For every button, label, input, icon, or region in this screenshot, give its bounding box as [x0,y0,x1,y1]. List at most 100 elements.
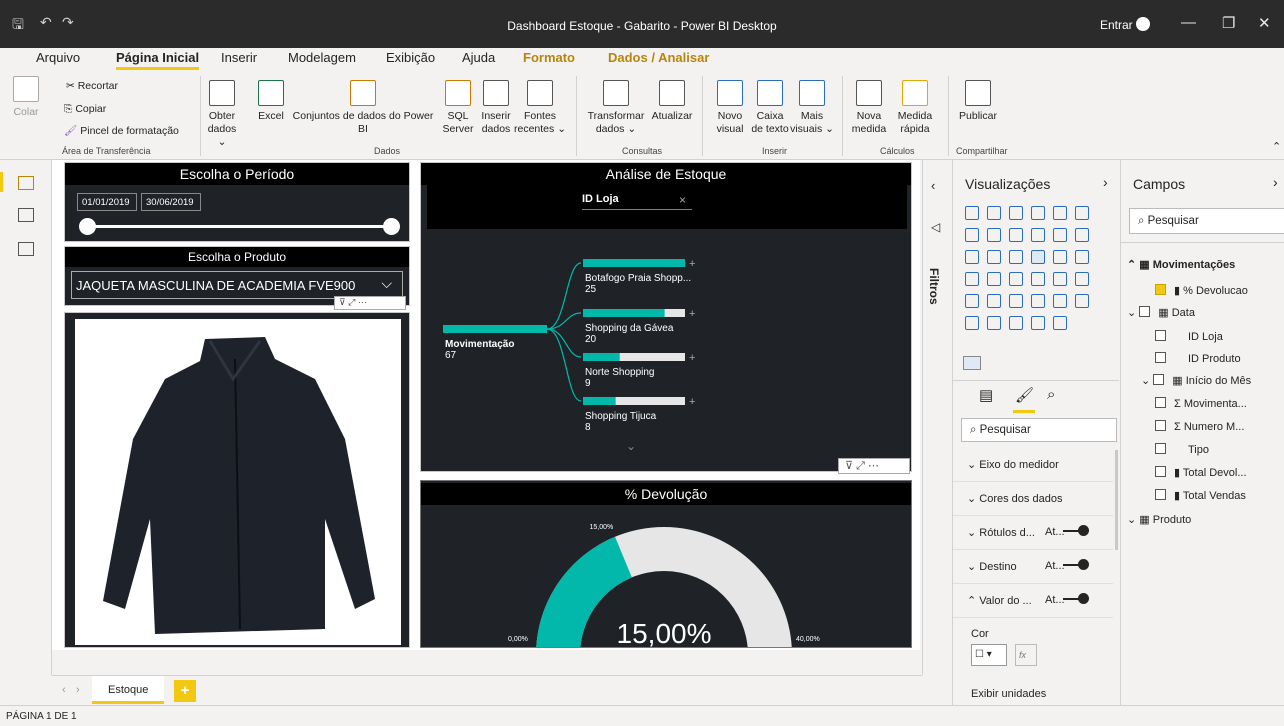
field-total-devol[interactable]: ▮ Total Devol... [1155,466,1247,479]
fields-search-input[interactable]: ⌕ Pesquisar [1129,208,1284,234]
custom-visual-icon[interactable] [963,356,981,370]
table-produto[interactable]: ⌄ ▦ Produto [1127,513,1191,526]
field-id-produto[interactable]: ID Produto [1155,352,1241,365]
section-callout-value[interactable]: ⌃ Valor do ... At... [953,584,1113,618]
visual-type-icon[interactable] [1031,250,1045,264]
checkbox[interactable] [1155,489,1166,500]
cut-button[interactable]: ✂ Recortar [66,80,118,93]
tab-ajuda[interactable]: Ajuda [462,50,495,65]
more-options-icon[interactable]: ⋯ [358,297,367,307]
visual-type-icon[interactable] [965,294,979,308]
visual-type-icon[interactable] [1075,250,1089,264]
minimize-icon[interactable]: — [1181,14,1196,31]
focus-mode-icon[interactable]: ⤢ [856,460,865,472]
paint-roller-icon[interactable]: 🖌 [1015,386,1034,404]
section-gauge-axis[interactable]: ⌄ Eixo do medidor [953,448,1113,482]
visual-type-icon[interactable] [1009,250,1023,264]
decomposition-tree[interactable]: Análise de Estoque ID Loja × Movimentaçã… [420,162,912,472]
visual-type-icon[interactable] [987,206,1001,220]
color-picker[interactable]: ☐ ▾ [971,644,1007,666]
visual-type-icon[interactable] [987,294,1001,308]
table-movimentacoes[interactable]: ⌃ ▦ Movimentações [1127,258,1235,271]
visual-type-icon[interactable] [987,272,1001,286]
gauge-visual[interactable]: % Devolução 15,00% 15,00% 0,00% 40,00% [420,480,912,648]
focus-mode-icon[interactable]: ⤢ [348,297,355,307]
data-view-icon[interactable] [18,208,34,222]
visual-type-icon[interactable] [987,250,1001,264]
more-visuals-button[interactable]: Mais visuais ⌄ [790,80,834,136]
section-data-colors[interactable]: ⌄ Cores dos dados [953,482,1113,516]
next-page-icon[interactable]: › [76,684,80,696]
visual-type-icon[interactable] [1009,316,1023,330]
restore-icon[interactable]: ❐ [1222,14,1235,32]
paste-button[interactable]: Colar [6,76,46,119]
model-view-icon[interactable] [18,242,34,256]
sql-button[interactable]: SQL Server [438,80,478,136]
visual-type-icon[interactable] [987,228,1001,242]
checkbox[interactable] [1139,306,1151,317]
visual-type-icon[interactable] [1053,228,1067,242]
field-total-vendas[interactable]: ▮ Total Vendas [1155,489,1246,502]
checkbox[interactable] [1155,284,1166,295]
visual-type-icon[interactable] [987,316,1001,330]
add-page-button[interactable]: + [174,680,196,702]
format-painter-button[interactable]: 🖌 Pincel de formatação [64,125,179,138]
table-inicio-do-mes[interactable]: ⌄ ▦ Início do Mês [1141,374,1251,387]
transform-data-button[interactable]: Transformar dados ⌄ [584,80,648,136]
visual-type-icon[interactable] [965,316,979,330]
text-box-button[interactable]: Caixa de texto [750,80,790,136]
visual-type-icon[interactable] [1031,294,1045,308]
filters-pane-collapsed[interactable]: ‹ ◁ Filtros [922,160,952,675]
end-date-input[interactable]: 30/06/2019 [141,193,201,211]
filter-icon[interactable]: ⊽ [845,460,853,472]
visual-type-icon[interactable] [1075,228,1089,242]
pane-scrollbar[interactable] [1115,450,1118,550]
field-numero[interactable]: Σ Numero M... [1155,420,1244,433]
target-toggle[interactable] [1063,559,1089,570]
checkbox[interactable] [1155,330,1166,341]
refresh-button[interactable]: Atualizar [648,80,696,123]
decomp-level-label[interactable]: ID Loja [582,193,692,210]
tab-exibicao[interactable]: Exibição [386,50,435,65]
visual-type-icon[interactable] [1053,272,1067,286]
checkbox[interactable] [1155,420,1166,431]
fields-well-icon[interactable]: ▤ [979,386,993,404]
new-visual-button[interactable]: Novo visual [710,80,750,136]
signin-link[interactable]: Entrar [1100,18,1133,32]
visual-type-icon[interactable] [965,228,979,242]
section-data-labels[interactable]: ⌄ Rótulos d... At... [953,516,1113,550]
recent-sources-button[interactable]: Fontes recentes ⌄ [514,80,566,136]
visual-type-icon[interactable] [1031,206,1045,220]
checkbox[interactable] [1155,466,1166,477]
tab-pagina-inicial[interactable]: Página Inicial [116,50,200,70]
chevron-right-icon[interactable]: › [1103,174,1108,190]
enter-data-button[interactable]: Inserir dados [478,80,514,136]
new-measure-button[interactable]: Nova medida [846,80,892,136]
visual-type-icon[interactable] [1075,206,1089,220]
callout-toggle[interactable] [1063,593,1089,604]
product-dropdown[interactable]: JAQUETA MASCULINA DE ACADEMIA FVE900 ⌵ [71,271,403,299]
visual-type-icon[interactable] [1031,316,1045,330]
checkbox[interactable] [1155,397,1166,408]
visual-type-icon[interactable] [1009,228,1023,242]
period-slicer[interactable]: Escolha o Período 01/01/2019 30/06/2019 [64,162,410,242]
checkbox[interactable] [1155,443,1166,454]
field-movimentacao[interactable]: Σ Movimenta... [1155,397,1247,410]
period-slider-start-handle[interactable] [79,218,96,235]
visual-type-icon[interactable] [1031,272,1045,286]
table-data[interactable]: ⌄ ▦ Data [1127,306,1195,319]
close-level-icon[interactable]: × [679,193,686,207]
visual-type-icon[interactable] [1075,272,1089,286]
expand-more-icon[interactable]: ⌄ [626,439,636,453]
collapse-ribbon-icon[interactable]: ⌃ [1272,140,1281,153]
account-avatar[interactable] [1136,17,1150,31]
filter-icon[interactable]: ⊽ [339,297,346,307]
chevron-left-icon[interactable]: ‹ [931,178,935,193]
tab-formato[interactable]: Formato [523,50,575,65]
checkbox[interactable] [1153,374,1165,385]
visual-type-icon[interactable] [1009,272,1023,286]
visual-type-icon[interactable] [965,206,979,220]
checkbox[interactable] [1155,352,1166,363]
datasets-button[interactable]: Conjuntos de dados do Power BI [288,80,438,136]
excel-button[interactable]: Excel [254,80,288,123]
